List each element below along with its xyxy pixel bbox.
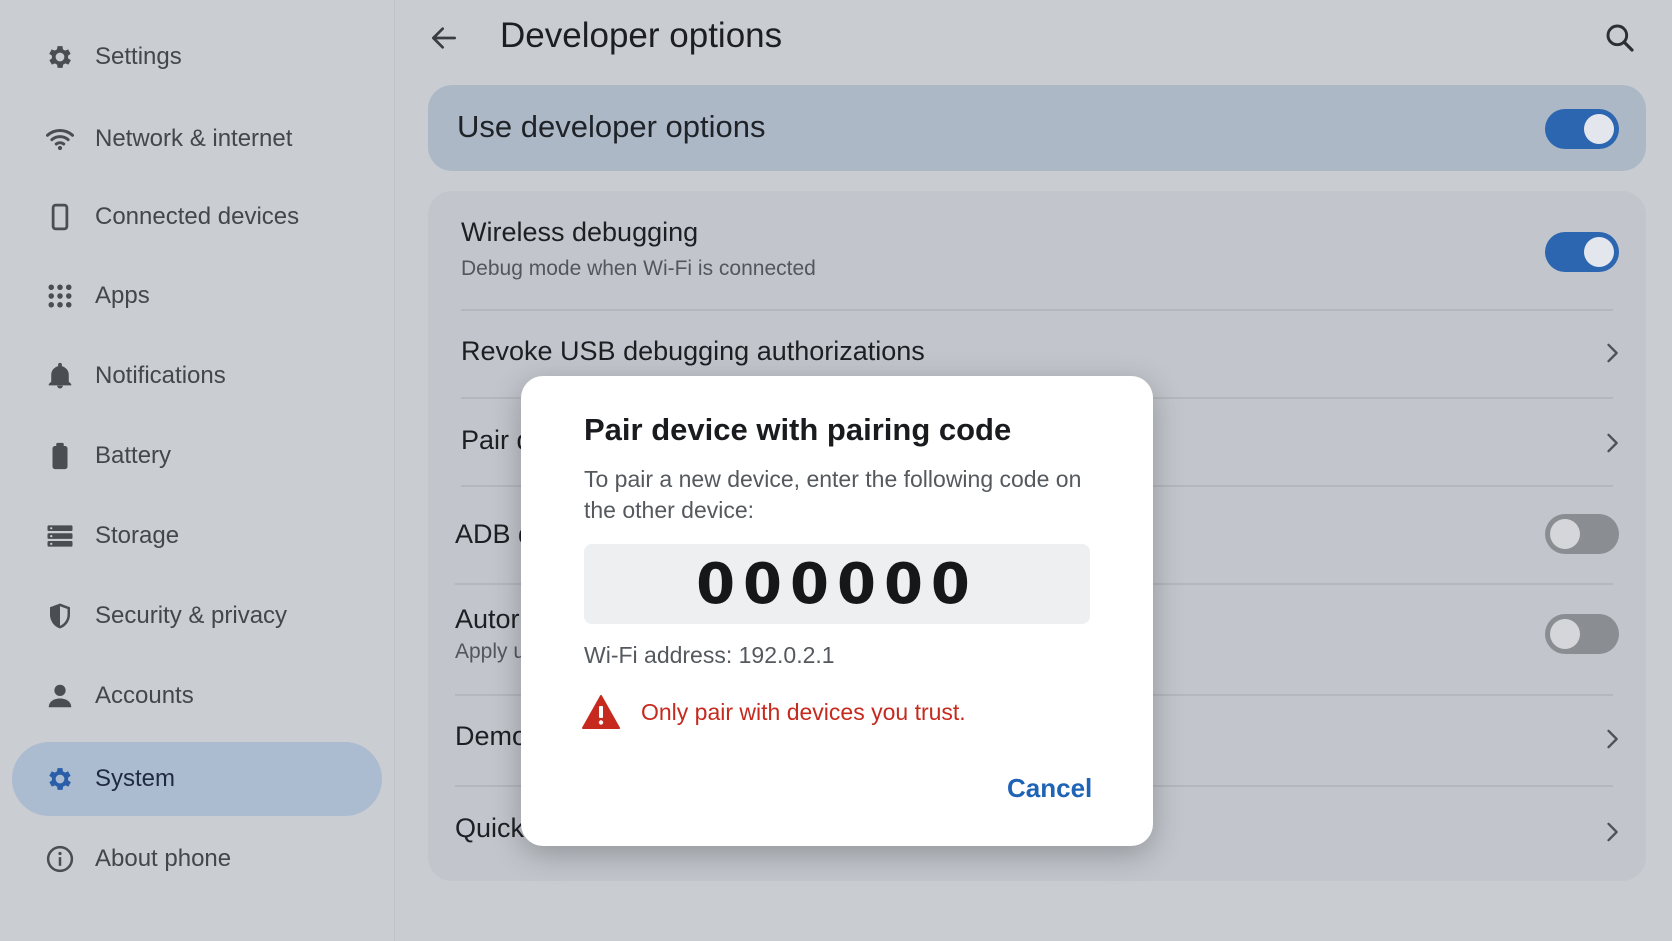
sidebar-item-label: Battery [95,442,172,469]
sidebar-item-label: Notifications [95,362,226,389]
sidebar-item-notifications[interactable]: Notifications [12,339,382,413]
chevron-right-icon[interactable] [1598,429,1626,457]
chevron-right-icon[interactable] [1598,818,1626,846]
info-icon [34,833,86,885]
pair-device-dialog: Pair device with pairing code To pair a … [521,376,1153,846]
auto-setting-subtitle: Apply u [455,640,526,663]
sidebar-item-system[interactable]: System [12,742,382,816]
wireless-debugging-subtitle: Debug mode when Wi-Fi is connected [461,257,816,280]
sidebar-item-label: Storage [95,522,180,549]
toggle-knob [1584,114,1614,144]
gear-icon [34,31,86,83]
cancel-button[interactable]: Cancel [1007,773,1092,804]
revoke-usb-debugging-title[interactable]: Revoke USB debugging authorizations [461,336,925,367]
wireless-debugging-toggle[interactable] [1545,232,1619,272]
demo-mode-title[interactable]: Demo [455,721,527,752]
sidebar-item-battery[interactable]: Battery [12,419,382,493]
sidebar-item-connected-devices[interactable]: Connected devices [12,180,382,254]
use-developer-options-label: Use developer options [457,109,766,144]
wifi-icon [34,113,86,165]
sidebar-item-storage[interactable]: Storage [12,499,382,573]
bell-icon [34,350,86,402]
sidebar-item-network[interactable]: Network & internet [12,102,382,176]
sidebar-item-label: About phone [95,845,232,872]
page-title: Developer options [500,16,783,55]
sidebar: Settings Network & internet Connected de… [0,0,395,941]
back-button[interactable] [420,14,468,62]
pairing-code: 000000 [696,551,978,617]
wifi-address: Wi-Fi address: 192.0.2.1 [584,642,835,668]
apps-grid-icon [34,270,86,322]
pairing-code-box: 000000 [584,544,1090,624]
search-button[interactable] [1596,14,1644,62]
sidebar-item-label: Accounts [95,682,194,709]
auto-setting-toggle[interactable] [1545,614,1619,654]
use-developer-options-card[interactable]: Use developer options [428,85,1646,171]
toggle-knob [1550,619,1580,649]
sidebar-item-label: System [95,765,176,792]
warning-text: Only pair with devices you trust. [641,699,966,725]
sidebar-item-label: Security & privacy [95,602,288,629]
person-icon [34,670,86,722]
auto-setting-title[interactable]: Autor [455,604,520,635]
divider [461,309,1613,311]
shield-icon [34,590,86,642]
dialog-description: To pair a new device, enter the followin… [584,466,1082,523]
sidebar-item-label: Connected devices [95,203,300,230]
phone-device-icon [34,191,86,243]
search-icon [1606,24,1634,52]
sidebar-item-apps[interactable]: Apps [12,259,382,333]
toggle-knob [1584,237,1614,267]
gear-icon [34,753,86,805]
sidebar-item-label: Apps [95,282,150,309]
dialog-title: Pair device with pairing code [584,412,1012,447]
use-developer-options-toggle[interactable] [1545,109,1619,149]
warning-triangle-icon [582,694,620,730]
wireless-debugging-title[interactable]: Wireless debugging [461,217,698,248]
chevron-right-icon[interactable] [1598,725,1626,753]
battery-icon [34,430,86,482]
storage-icon [34,510,86,562]
sidebar-item-label: Network & internet [95,125,293,152]
sidebar-item-about-phone[interactable]: About phone [12,822,382,896]
quick-settings-title[interactable]: Quick [455,813,524,844]
chevron-right-icon[interactable] [1598,339,1626,367]
arrow-back-icon [432,27,456,49]
sidebar-item-security[interactable]: Security & privacy [12,579,382,653]
adb-toggle[interactable] [1545,514,1619,554]
sidebar-item-settings[interactable]: Settings [12,20,382,94]
sidebar-item-label: Settings [95,43,182,70]
toggle-knob [1550,519,1580,549]
sidebar-item-accounts[interactable]: Accounts [12,659,382,733]
